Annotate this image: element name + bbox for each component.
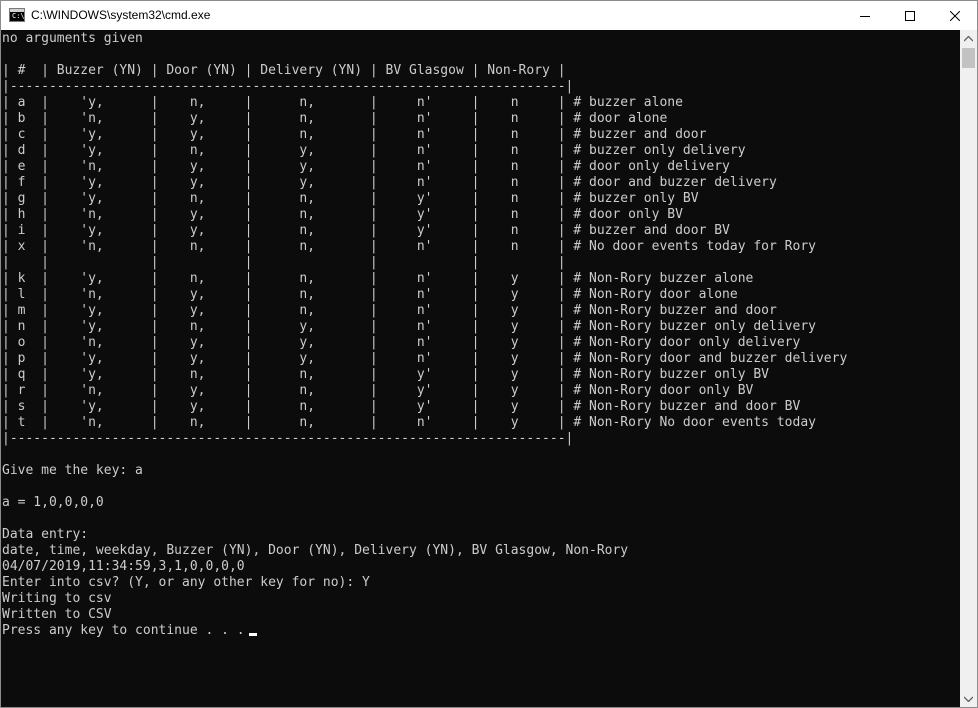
console-line: Enter into csv? (Y, or any other key for… — [2, 575, 370, 590]
console-line: | n | 'y, | n, | y, | n' | y | # Non-Ror… — [2, 319, 816, 334]
vertical-scrollbar[interactable] — [960, 30, 977, 707]
console-line: no arguments given — [2, 31, 143, 46]
console-line: 04/07/2019,11:34:59,3,1,0,0,0,0 — [2, 559, 245, 574]
console-line: | k | 'y, | n, | n, | n' | y | # Non-Ror… — [2, 271, 754, 286]
scroll-up-arrow-icon — [964, 35, 973, 41]
title-bar[interactable]: C:\ C:\WINDOWS\system32\cmd.exe — [1, 1, 977, 30]
console-line: a = 1,0,0,0,0 — [2, 495, 104, 510]
maximize-icon — [904, 10, 915, 21]
console-text: no arguments given | # | Buzzer (YN) | D… — [2, 31, 847, 639]
maximize-button[interactable] — [887, 1, 932, 30]
window-title: C:\WINDOWS\system32\cmd.exe — [31, 8, 211, 22]
console-line: | m | 'y, | y, | n, | n' | y | # Non-Ror… — [2, 303, 777, 318]
console-line: | s | 'y, | y, | n, | y' | y | # Non-Ror… — [2, 399, 801, 414]
console-line: | q | 'y, | n, | n, | y' | y | # Non-Ror… — [2, 367, 770, 382]
console-line: Give me the key: a — [2, 463, 143, 478]
console-line: | h | 'n, | y, | n, | y' | n | # door on… — [2, 207, 683, 222]
console-line: | d | 'y, | n, | y, | n' | n | # buzzer … — [2, 143, 746, 158]
console-window: C:\ C:\WINDOWS\system32\cmd.exe no argum… — [0, 0, 978, 708]
console-line: | o | 'n, | y, | y, | n' | y | # Non-Ror… — [2, 335, 801, 350]
close-button[interactable] — [932, 1, 977, 30]
text-cursor — [248, 633, 257, 636]
console-line: | f | 'y, | y, | y, | n' | n | # door an… — [2, 175, 777, 190]
scroll-up-button[interactable] — [960, 30, 977, 47]
continue-prompt: Press any key to continue . . . — [2, 623, 245, 638]
console-icon[interactable]: C:\ — [9, 8, 25, 22]
minimize-icon — [859, 15, 870, 17]
console-line: | c | 'y, | y, | n, | n' | n | # buzzer … — [2, 127, 707, 142]
console-output-lines: no arguments given | # | Buzzer (YN) | D… — [2, 31, 847, 622]
console-line: | b | 'n, | y, | n, | n' | n | # door al… — [2, 111, 668, 126]
console-line: | r | 'n, | y, | n, | y' | y | # Non-Ror… — [2, 383, 754, 398]
console-line: | g | 'y, | n, | n, | y' | n | # buzzer … — [2, 191, 699, 206]
console-line: Written to CSV — [2, 607, 112, 622]
minimize-button[interactable] — [842, 1, 887, 30]
console-line: | l | 'n, | y, | n, | n' | y | # Non-Ror… — [2, 287, 738, 302]
console-line: | | | | | | | — [2, 255, 566, 270]
close-icon — [949, 10, 960, 21]
console-line: date, time, weekday, Buzzer (YN), Door (… — [2, 543, 629, 558]
console-line: | x | 'n, | n, | n, | n' | n | # No door… — [2, 239, 816, 254]
console-line: Writing to csv — [2, 591, 112, 606]
console-line: | a | 'y, | n, | n, | n' | n | # buzzer … — [2, 95, 683, 110]
scroll-down-arrow-icon — [964, 696, 973, 702]
scrollbar-thumb[interactable] — [962, 48, 975, 68]
console-line: |---------------------------------------… — [2, 431, 574, 446]
console-line: | i | 'y, | y, | n, | y' | n | # buzzer … — [2, 223, 730, 238]
console-output-area[interactable]: no arguments given | # | Buzzer (YN) | D… — [1, 30, 960, 707]
console-line: | p | 'y, | y, | y, | n' | y | # Non-Ror… — [2, 351, 848, 366]
console-line: | t | 'n, | n, | n, | n' | y | # Non-Ror… — [2, 415, 816, 430]
scroll-down-button[interactable] — [960, 690, 977, 707]
console-line: |---------------------------------------… — [2, 79, 574, 94]
console-line: | e | 'n, | y, | y, | n' | n | # door on… — [2, 159, 730, 174]
console-line: | # | Buzzer (YN) | Door (YN) | Delivery… — [2, 63, 566, 78]
console-line: Data entry: — [2, 527, 89, 542]
